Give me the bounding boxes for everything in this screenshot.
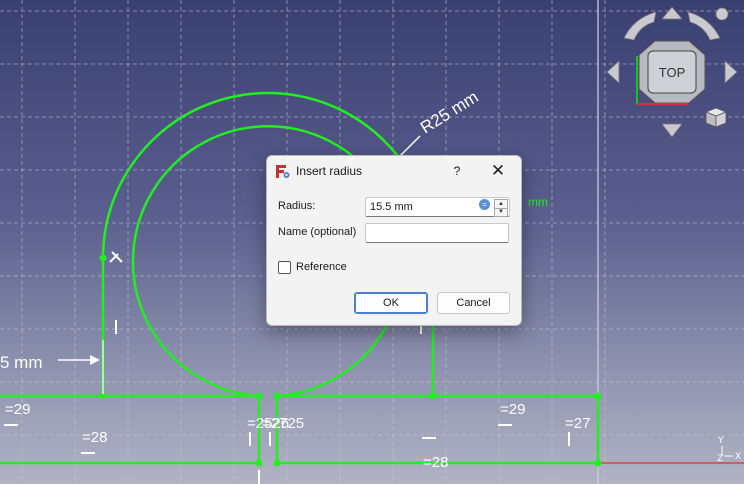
ok-button[interactable]: OK	[354, 292, 428, 314]
arrow-up-icon[interactable]	[661, 6, 683, 20]
constraint-label: =2725	[262, 415, 304, 432]
dialog-titlebar[interactable]: Insert radius ? ✕	[267, 156, 521, 186]
constraint-label: =28	[82, 429, 107, 446]
width-dimension-label[interactable]: 5 mm	[0, 353, 43, 372]
expression-icon[interactable]: =	[479, 199, 490, 210]
dialog-title: Insert radius	[296, 164, 363, 178]
tangent-constraint-icon	[109, 251, 123, 263]
radius-label: Radius:	[278, 200, 316, 212]
reference-checkbox[interactable]	[278, 261, 291, 274]
arrowhead	[90, 355, 100, 365]
cancel-button[interactable]: Cancel	[437, 292, 510, 314]
rotate-right-icon[interactable]	[687, 11, 721, 41]
radius-spinbox[interactable]: 15.5 mm = ▲ ▼	[365, 197, 510, 217]
constraint-label: =29	[500, 401, 525, 418]
svg-text:X: X	[735, 452, 741, 462]
constraint-label: =28	[423, 454, 448, 471]
name-label: Name (optional)	[278, 226, 357, 238]
constraint-labels: =29 =28 =2526 =2725 =29 =27 =28	[5, 401, 590, 471]
spin-down-icon[interactable]: ▼	[495, 208, 507, 216]
close-button[interactable]: ✕	[487, 160, 509, 182]
radius-dimension-label[interactable]: R25 mm	[417, 87, 482, 137]
insert-radius-dialog[interactable]: Insert radius ? ✕ Radius: 15.5 mm = ▲ ▼ …	[266, 155, 522, 326]
constraint-label: =27	[565, 415, 590, 432]
name-input[interactable]	[365, 223, 509, 243]
rotate-left-icon[interactable]	[623, 11, 657, 41]
reference-label[interactable]: Reference	[296, 261, 347, 273]
cube-face-label: TOP	[659, 65, 686, 80]
radius-spin-buttons[interactable]: ▲ ▼	[494, 199, 508, 217]
arrow-down-icon[interactable]	[661, 123, 683, 138]
freecad-app-icon	[276, 165, 290, 178]
radius-value[interactable]: 15.5 mm	[370, 201, 413, 213]
axis-indicator: Y Z X	[717, 436, 741, 464]
constraint-label: =29	[5, 401, 30, 418]
rotate-ccw-corner-icon[interactable]	[715, 7, 729, 21]
partial-dimension-label: mm	[528, 195, 548, 209]
svg-text:Y: Y	[717, 436, 724, 446]
view-menu-cube-icon[interactable]	[704, 107, 728, 128]
help-button[interactable]: ?	[447, 162, 467, 180]
